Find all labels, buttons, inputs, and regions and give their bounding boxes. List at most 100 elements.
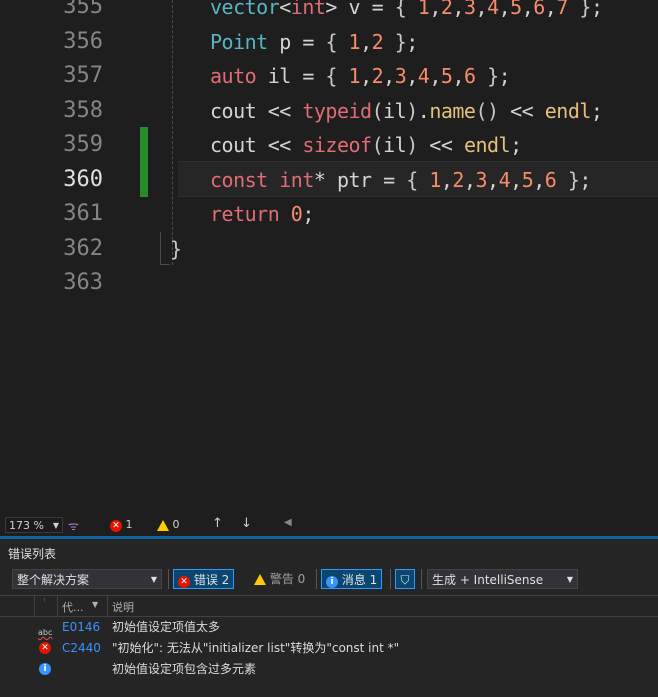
- code-token: int: [279, 167, 314, 192]
- code-token: ,: [510, 167, 522, 192]
- code-line[interactable]: cout << typeid(il).name() << endl;: [210, 94, 603, 129]
- code-token: ,: [360, 64, 372, 88]
- code-line[interactable]: return 0;: [210, 197, 314, 232]
- warnings-filter-label: 警告 0: [269, 572, 306, 586]
- code-token: cout <<: [210, 133, 303, 157]
- code-token: int: [290, 0, 326, 19]
- line-number: 360: [63, 166, 103, 192]
- code-token: ,: [429, 0, 441, 19]
- code-token: .: [417, 98, 430, 123]
- warning-icon: [254, 574, 266, 585]
- code-token: sizeof: [302, 133, 372, 157]
- code-token: }: [383, 29, 407, 54]
- error-list-header: ˡ 代... ▼ 说明: [0, 595, 658, 617]
- code-token: il =: [256, 64, 326, 88]
- zoom-value: 173 %: [9, 519, 44, 532]
- code-token: 4: [417, 64, 430, 88]
- separator: [316, 569, 317, 589]
- code-token: ,: [429, 64, 441, 88]
- code-token: ,: [521, 0, 534, 19]
- code-token: ,: [544, 0, 557, 19]
- code-line[interactable]: cout << sizeof(il) << endl;: [210, 128, 522, 163]
- error-list-row[interactable]: abc E0146 初始值设定项值太多: [0, 617, 658, 638]
- separator: [421, 569, 422, 589]
- code-token: }: [567, 0, 591, 19]
- code-token: typeid: [302, 98, 372, 123]
- code-line[interactable]: auto il = { 1,2,3,4,5,6 };: [210, 59, 511, 94]
- info-icon: i: [39, 663, 51, 675]
- code-token: ;: [579, 167, 591, 192]
- code-token: ;: [590, 0, 603, 19]
- code-token: const: [210, 167, 268, 192]
- code-token: ): [406, 133, 418, 157]
- code-token: 6: [463, 64, 476, 88]
- line-number: 355: [63, 0, 103, 19]
- code-token: 5: [521, 167, 534, 192]
- code-line[interactable]: }: [170, 232, 182, 267]
- code-token: <<: [498, 98, 545, 123]
- error-list-row[interactable]: i 初始值设定项包含过多元素: [0, 659, 658, 680]
- code-token: ,: [440, 167, 453, 192]
- code-token: 1: [348, 64, 361, 88]
- warning-icon: [157, 519, 169, 531]
- column-filter-icon[interactable]: ▼: [92, 600, 98, 609]
- error-description: "初始化": 无法从"initializer list"转换为"const in…: [112, 641, 400, 655]
- code-editor[interactable]: 355 vector<int> v = { 1,2,3,4,5,6,7 }; 356…: [0, 0, 658, 514]
- errors-filter-label: 错误 2: [193, 573, 230, 587]
- warnings-filter-button[interactable]: 警告 0: [250, 569, 309, 589]
- code-token: {: [406, 167, 430, 192]
- warning-count[interactable]: 0: [157, 518, 180, 531]
- code-token: <<: [417, 133, 464, 157]
- code-token: vector: [210, 0, 280, 19]
- code-token: ,: [475, 0, 488, 19]
- code-token: ,: [498, 0, 511, 19]
- error-icon: ✕: [39, 642, 51, 654]
- code-token: p =: [267, 29, 326, 54]
- code-token: Point: [210, 29, 268, 54]
- code-token: endl: [463, 133, 511, 157]
- code-token: 5: [510, 0, 522, 19]
- code-token: {: [325, 29, 349, 54]
- copilot-icon[interactable]: ᯤ: [68, 517, 79, 534]
- code-token: 6: [533, 0, 545, 19]
- change-indicator-bar: [140, 127, 148, 197]
- code-token: 3: [394, 64, 407, 88]
- code-token: ,: [452, 0, 464, 19]
- code-token: ;: [590, 98, 603, 123]
- code-line[interactable]: Point p = { 1,2 };: [210, 25, 418, 60]
- error-code-link[interactable]: C2440: [62, 638, 101, 659]
- line-number: 358: [63, 97, 103, 123]
- code-line[interactable]: const int* ptr = { 1,2,3,4,5,6 };: [210, 163, 591, 198]
- filter-button[interactable]: ⛉: [395, 569, 415, 589]
- error-code-link[interactable]: E0146: [62, 617, 100, 638]
- code-token: <: [279, 0, 291, 19]
- code-token: 4: [487, 0, 499, 19]
- scope-dropdown[interactable]: 整个解决方案 ▼: [12, 569, 162, 589]
- code-line[interactable]: vector<int> v = { 1,2,3,4,5,6,7 };: [210, 0, 603, 25]
- filter-icon: ⛉: [400, 573, 410, 587]
- code-token: (): [475, 98, 499, 123]
- error-icon: ✕: [178, 576, 190, 588]
- arrow-down-icon[interactable]: ↓: [241, 516, 252, 531]
- line-number: 363: [63, 270, 103, 295]
- error-count[interactable]: ✕ 1: [110, 518, 133, 532]
- error-list-panel: 错误列表 整个解决方案 ▼ ✕ 错误 2 警告 0 i 消息 1 ⛉ 生成 + …: [0, 536, 658, 697]
- suppression-column-icon[interactable]: ˡ: [44, 597, 45, 606]
- zoom-dropdown[interactable]: 173 % ▼: [5, 517, 63, 533]
- arrow-up-icon[interactable]: ↑: [212, 516, 223, 531]
- code-token: {: [325, 64, 349, 88]
- build-filter-dropdown[interactable]: 生成 + IntelliSense ▼: [427, 569, 578, 589]
- chevron-down-icon: ▼: [150, 575, 157, 584]
- column-header-description[interactable]: 说明: [112, 599, 134, 615]
- editor-status-bar: 173 % ▼ ᯤ ✕ 1 0 ↑ ↓ ◀: [0, 514, 658, 536]
- code-token: return: [210, 202, 280, 226]
- messages-filter-label: 消息 1: [341, 573, 378, 587]
- column-header-code[interactable]: 代...: [62, 599, 84, 615]
- error-list-row[interactable]: ✕ C2440 "初始化": 无法从"initializer list"转换为"…: [0, 638, 658, 659]
- separator: [390, 569, 391, 589]
- errors-filter-button[interactable]: ✕ 错误 2: [173, 569, 235, 589]
- scroll-left-icon[interactable]: ◀: [284, 517, 292, 528]
- messages-filter-button[interactable]: i 消息 1: [321, 569, 383, 589]
- code-token: 2: [371, 64, 384, 88]
